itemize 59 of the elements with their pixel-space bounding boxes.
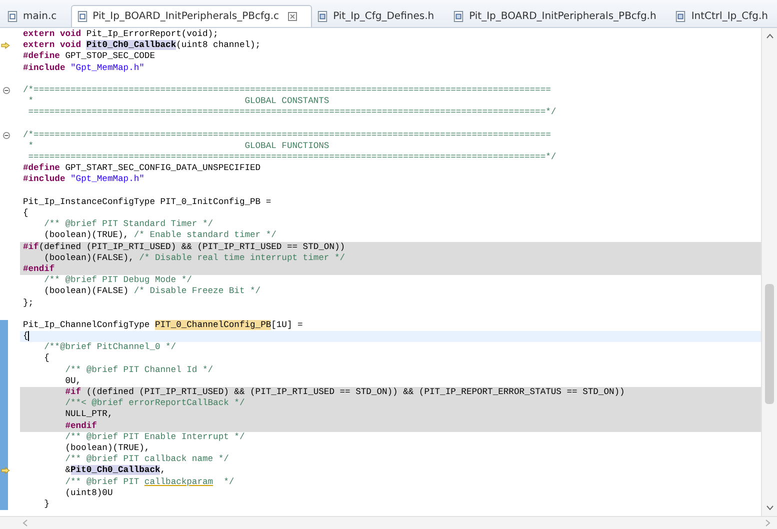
code-line: (boolean)(TRUE), <box>64 442 150 453</box>
code-line: /**@brief PitChannel_0 */ <box>43 342 176 352</box>
code-line: * GLOBAL FUNCTIONS <box>27 140 330 151</box>
code-line: #endif <box>64 420 97 431</box>
scroll-left-icon[interactable] <box>22 519 28 527</box>
code-line: #if(defined (PIT_IP_RTI_USED) && (PIT_IP_RTI_USED == STD_ON)) <box>23 242 346 252</box>
file-icon <box>453 10 464 22</box>
code-line: /** @brief PIT callbackparam */ <box>64 476 234 486</box>
code-line: #include "Gpt_MemMap.h" <box>23 174 144 184</box>
code-line: { <box>23 331 30 342</box>
code-line: (uint8)0U <box>64 488 113 498</box>
code-line: /** @brief PIT Debug Mode */ <box>43 275 192 286</box>
scroll-thumb[interactable] <box>765 284 774 404</box>
code-line: }; <box>23 298 34 308</box>
file-icon <box>7 10 18 22</box>
code-line: 0U, <box>64 376 82 386</box>
file-icon <box>317 10 328 22</box>
code-line: (boolean)(FALSE) /* Disable Freeze Bit */ <box>43 286 261 296</box>
code-line: ==================================================================================================*/ <box>27 152 556 162</box>
code-line: #define GPT_STOP_SEC_CODE <box>23 51 155 62</box>
code-line: extern void Pit0_Ch0_Callback(uint8 channel); <box>23 40 261 50</box>
code-line: #include "Gpt_MemMap.h" <box>23 62 144 73</box>
file-icon <box>675 10 686 22</box>
code-line: Pit_Ip_InstanceConfigType PIT_0_InitConfig_PB = <box>23 196 272 207</box>
code-line: /**< @brief errorReportCallBack */ <box>64 398 245 408</box>
code-line: #define GPT_START_SEC_CONFIG_DATA_UNSPECIFIED <box>23 163 261 174</box>
editor-tab[interactable]: Pit_Ip_Cfg_Defines.h <box>312 5 448 27</box>
editor-tab[interactable]: Pit_Ip_BOARD_InitPeripherals_PBcfg.c <box>70 5 312 27</box>
scroll-up-icon[interactable] <box>766 33 774 39</box>
code-line: /** @brief PIT Channel Id */ <box>64 364 214 375</box>
code-line: /** @brief PIT Enable Interrupt */ <box>64 432 245 442</box>
vertical-scrollbar[interactable] <box>761 28 777 516</box>
code-line: #endif <box>23 264 55 274</box>
code-line: { <box>23 208 28 218</box>
code-line: NULL_PTR, <box>64 409 113 420</box>
code-line: (boolean)(TRUE), /* Enable standard timer */ <box>43 230 276 240</box>
code-line: * GLOBAL CONSTANTS <box>27 96 330 106</box>
editor-tab[interactable]: IntCtrl_Ip_Cfg.h <box>670 5 777 27</box>
code-line: } <box>43 498 50 509</box>
editor-tab[interactable]: Pit_Ip_BOARD_InitPeripherals_PBcfg.h <box>448 5 670 27</box>
code-line: /*================================================================================================== <box>23 130 551 140</box>
file-icon <box>76 11 88 22</box>
code-line: { <box>43 353 50 364</box>
code-line: /** @brief PIT Standard Timer */ <box>43 219 214 230</box>
close-icon[interactable] <box>288 12 298 21</box>
code-line: /*================================================================================================== <box>23 84 551 95</box>
code-line: &Pit0_Ch0_Callback, <box>64 465 166 476</box>
horizontal-scrollbar[interactable] <box>0 516 777 529</box>
fold-icon[interactable] <box>3 132 10 139</box>
code-line: ==================================================================================================*/ <box>27 107 556 118</box>
fold-icon[interactable] <box>3 86 10 94</box>
code-line: Pit_Ip_ChannelConfigType PIT_0_ChannelConfig_PB[1U] = <box>23 320 303 330</box>
editor-tab[interactable]: main.c <box>2 5 71 27</box>
scroll-right-icon[interactable] <box>765 519 771 527</box>
code-line: extern void Pit_Ip_ErrorReport(void); <box>23 29 218 39</box>
code-line: #if ((defined (PIT_IP_RTI_USED) && (PIT_IP_RTI_USED == STD_ON)) && (PIT_IP_REPORT_ERROR_STATUS == STD_ON)) <box>64 387 625 397</box>
code-line: (boolean)(FALSE), /* Disable real time interrupt timer */ <box>43 252 346 263</box>
code-line: /** @brief PIT callback name */ <box>64 454 229 464</box>
scroll-down-icon[interactable] <box>766 505 774 511</box>
